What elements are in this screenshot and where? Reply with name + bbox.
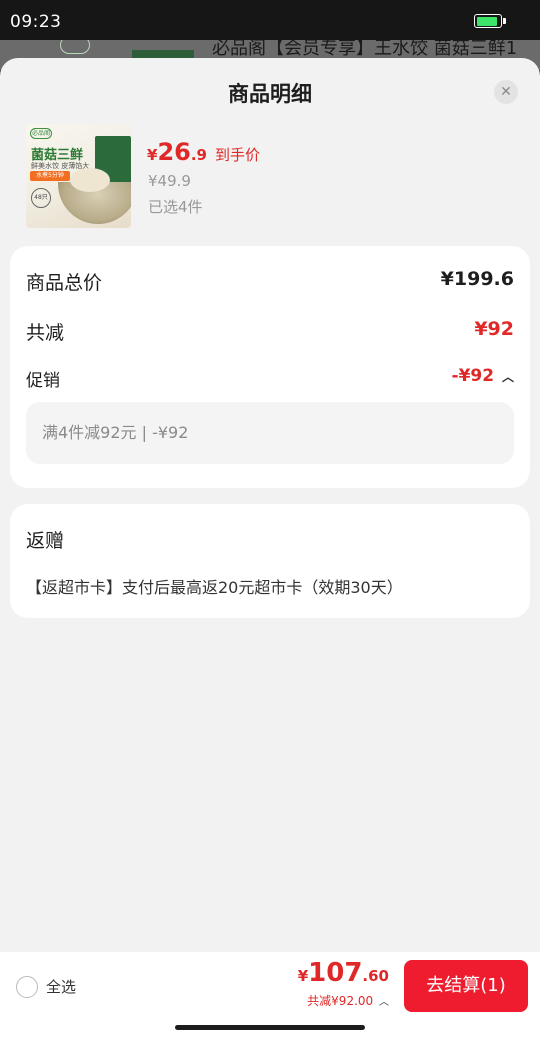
- discount-text: 共减¥92.00: [307, 994, 374, 1008]
- reduce-label: 共减: [26, 322, 65, 344]
- total-decimal: .60: [362, 967, 389, 985]
- chevron-up-icon: ︿: [501, 370, 514, 384]
- product-price: ¥26.9 到手价: [147, 138, 260, 166]
- background-product-title: 必品阁【会员专享】王水饺 菌菇三鲜1: [212, 40, 518, 59]
- price-decimal: .9: [190, 146, 207, 164]
- discount-toggle[interactable]: 共减¥92.00 ︿: [307, 992, 389, 1009]
- promo-toggle[interactable]: -¥92 ︿: [452, 366, 514, 386]
- checkout-bar: 全选 ¥107.60 共减¥92.00 ︿ 去结算(1): [0, 952, 540, 1040]
- sheet-title: 商品明细: [228, 82, 312, 106]
- select-all-radio[interactable]: [16, 976, 38, 998]
- status-bar: 09:23: [0, 0, 540, 44]
- gift-text: 【返超市卡】支付后最高返20元超市卡（效期30天）: [26, 578, 403, 597]
- battery-level: [476, 16, 498, 26]
- checkout-button[interactable]: 去结算(1): [404, 960, 528, 1012]
- select-all-label[interactable]: 全选: [46, 976, 76, 997]
- original-price: ¥49.9: [148, 172, 191, 190]
- selected-count: 已选4件: [148, 198, 203, 216]
- gift-card: 返赠 【返超市卡】支付后最高返20元超市卡（效期30天）: [10, 504, 530, 618]
- battery-icon: [474, 14, 506, 28]
- status-time: 09:23: [10, 12, 62, 32]
- price-summary-card: 商品总价 ¥199.6 共减 ¥92 促销 -¥92 ︿ 满4件减92元 | -…: [10, 246, 530, 488]
- product-image-count: 48只: [31, 188, 51, 208]
- chevron-up-icon: ︿: [379, 997, 389, 1008]
- product-detail-sheet: 商品明细 ✕ 必品阁 菌菇三鲜 鲜美水饺 皮薄馅大 水煮5分钟 48只 ¥26.…: [0, 58, 540, 1040]
- reduce-value: ¥92: [474, 318, 514, 340]
- total-value: ¥199.6: [440, 268, 514, 290]
- close-button[interactable]: ✕: [494, 80, 518, 104]
- home-indicator: [175, 1025, 365, 1030]
- price-label: 到手价: [214, 146, 260, 164]
- promo-value: -¥92: [451, 366, 495, 386]
- brand-logo: [60, 40, 90, 54]
- total-integer: 107: [308, 958, 363, 988]
- price-integer: 26: [157, 138, 191, 166]
- promo-label: 促销: [26, 371, 60, 391]
- promo-detail: 满4件减92元 | -¥92: [26, 402, 514, 464]
- gift-title: 返赠: [26, 530, 65, 552]
- product-logo: 必品阁: [30, 128, 52, 139]
- product-image: 必品阁 菌菇三鲜 鲜美水饺 皮薄馅大 水煮5分钟 48只: [26, 124, 131, 228]
- total-label: 商品总价: [26, 272, 103, 294]
- total-price: ¥107.60: [297, 958, 389, 988]
- dumpling: [70, 168, 110, 192]
- product-image-tag: 水煮5分钟: [30, 171, 70, 181]
- close-icon: ✕: [500, 84, 512, 100]
